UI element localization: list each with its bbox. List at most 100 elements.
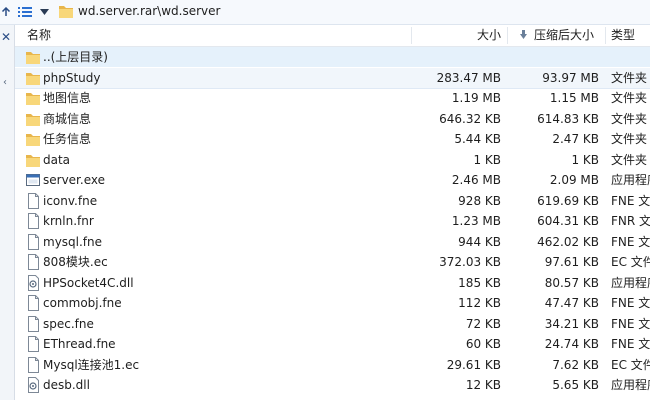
file-compressed-size: 80.57 KB (544, 275, 599, 290)
file-compressed-size: 2.47 KB (552, 132, 599, 146)
file-size: 112 KB (458, 296, 501, 310)
column-header: 名称 大小 压缩后大小 类型 (15, 25, 650, 47)
folder-icon (25, 111, 41, 127)
path-address[interactable]: wd.server.rar\wd.server (78, 4, 220, 18)
file-type: FNE 文 (611, 234, 650, 249)
file-type: 应用程序 (611, 275, 650, 290)
file-size: 72 KB (465, 316, 501, 331)
file-icon (25, 356, 41, 373)
folder-icon (25, 49, 41, 65)
file-row[interactable]: HPSocket4C.dll 185 KB 80.57 KB 应用程序 (15, 273, 650, 293)
file-type: 文件夹 (611, 132, 648, 146)
file-row[interactable]: Mysql连接池1.ec 29.61 KB 7.62 KB EC 文件 (15, 355, 650, 375)
file-size: 283.47 MB (436, 70, 501, 85)
file-compressed-size: 24.74 KB (544, 337, 599, 351)
file-type: 文件夹 (611, 91, 648, 105)
file-name: iconv.fne (43, 193, 98, 208)
file-size: 185 KB (458, 275, 501, 290)
file-name: data (43, 152, 71, 167)
file-row[interactable]: EThread.fne 60 KB 24.74 KB FNE 文 (15, 334, 650, 354)
chevron-down-icon (39, 9, 49, 15)
file-compressed-size: 47.47 KB (544, 296, 599, 310)
file-type: 应用程序 (611, 378, 650, 392)
file-type: FNE 文 (611, 337, 650, 351)
file-row[interactable]: data 1 KB 1 KB 文件夹 (15, 150, 650, 170)
file-name: 地图信息 (43, 91, 92, 105)
file-name: server.exe (43, 173, 105, 187)
file-name: EThread.fne (43, 337, 116, 351)
file-compressed-size: 93.97 MB (542, 70, 599, 85)
file-row[interactable]: desb.dll 12 KB 5.65 KB 应用程序 (15, 375, 650, 395)
file-row[interactable]: 商城信息 646.32 KB 614.83 KB 文件夹 (15, 109, 650, 129)
toolbar: wd.server.rar\wd.server (0, 0, 650, 25)
file-size: 372.03 KB (439, 255, 501, 269)
file-name: mysql.fne (43, 234, 103, 249)
file-compressed-size: 34.21 KB (544, 316, 599, 331)
file-name: Mysql连接池1.ec (43, 357, 140, 372)
file-compressed-size: 604.31 KB (537, 214, 599, 228)
parent-directory-row[interactable]: ..(上层目录) (15, 47, 650, 67)
dll-icon (25, 377, 41, 393)
folder-icon (59, 6, 73, 18)
file-compressed-size: 614.83 KB (537, 111, 599, 126)
file-compressed-size: 5.65 KB (552, 378, 599, 392)
file-size: 944 KB (458, 234, 501, 249)
file-name: krnln.fnr (43, 214, 94, 228)
up-arrow-button[interactable] (0, 3, 12, 21)
file-size: 1.19 MB (451, 91, 501, 105)
file-size: 60 KB (465, 337, 501, 351)
file-row[interactable]: iconv.fne 928 KB 619.69 KB FNE 文 (15, 191, 650, 211)
file-name: 808模块.ec (43, 255, 108, 269)
sort-arrow-icon (520, 25, 527, 46)
view-menu-button[interactable] (14, 3, 52, 21)
folder-icon (25, 152, 41, 168)
file-row[interactable]: server.exe 2.46 MB 2.09 MB 应用程序 (15, 170, 650, 190)
column-header-compressed[interactable]: 压缩后大小 (534, 25, 594, 46)
file-icon (25, 213, 41, 229)
file-row[interactable]: 任务信息 5.44 KB 2.47 KB 文件夹 (15, 129, 650, 149)
file-name: 商城信息 (43, 111, 92, 126)
file-type: 应用程序 (611, 173, 650, 187)
file-icon (25, 336, 41, 352)
file-compressed-size: 619.69 KB (537, 193, 599, 208)
file-size: 1.23 MB (451, 214, 501, 228)
file-icon (25, 295, 41, 311)
chevron-left-icon[interactable]: ‹ (3, 77, 7, 88)
list-view-icon (17, 7, 32, 17)
file-icon (25, 315, 41, 332)
file-row[interactable]: krnln.fnr 1.23 MB 604.31 KB FNR 文 (15, 211, 650, 231)
file-type: 文件夹 (611, 70, 648, 85)
file-size: 928 KB (458, 193, 501, 208)
file-name: ..(上层目录) (43, 50, 108, 64)
file-name: HPSocket4C.dll (43, 275, 134, 290)
file-row[interactable]: phpStudy 283.47 MB 93.97 MB 文件夹 (15, 67, 650, 89)
file-row[interactable]: spec.fne 72 KB 34.21 KB FNE 文 (15, 314, 650, 334)
file-size: 12 KB (465, 378, 501, 392)
file-type: EC 文件 (611, 357, 650, 372)
file-row[interactable]: 地图信息 1.19 MB 1.15 MB 文件夹 (15, 88, 650, 108)
column-header-type[interactable]: 类型 (611, 25, 635, 46)
file-row[interactable]: 808模块.ec 372.03 KB 97.61 KB EC 文件 (15, 252, 650, 272)
file-compressed-size: 7.62 KB (552, 357, 599, 372)
file-compressed-size: 97.61 KB (544, 255, 599, 269)
file-type: 文件夹 (611, 152, 648, 167)
file-icon (25, 254, 41, 270)
file-type: FNE 文 (611, 296, 650, 310)
file-type: 文件夹 (611, 111, 648, 126)
file-row[interactable]: commobj.fne 112 KB 47.47 KB FNE 文 (15, 293, 650, 313)
file-name: spec.fne (43, 316, 94, 331)
file-icon (25, 192, 41, 209)
file-row[interactable]: mysql.fne 944 KB 462.02 KB FNE 文 (15, 232, 650, 252)
file-size: 5.44 KB (454, 132, 501, 146)
folder-icon (25, 70, 41, 86)
file-size: 29.61 KB (446, 357, 501, 372)
column-header-name[interactable]: 名称 (27, 25, 51, 46)
file-icon (25, 233, 41, 250)
close-icon[interactable]: ✕ (1, 30, 11, 44)
column-header-size[interactable]: 大小 (415, 25, 501, 46)
exe-icon (25, 172, 41, 188)
file-compressed-size: 2.09 MB (549, 173, 599, 187)
file-name: 任务信息 (43, 132, 92, 146)
folder-icon (25, 131, 41, 147)
file-size: 646.32 KB (439, 111, 501, 126)
